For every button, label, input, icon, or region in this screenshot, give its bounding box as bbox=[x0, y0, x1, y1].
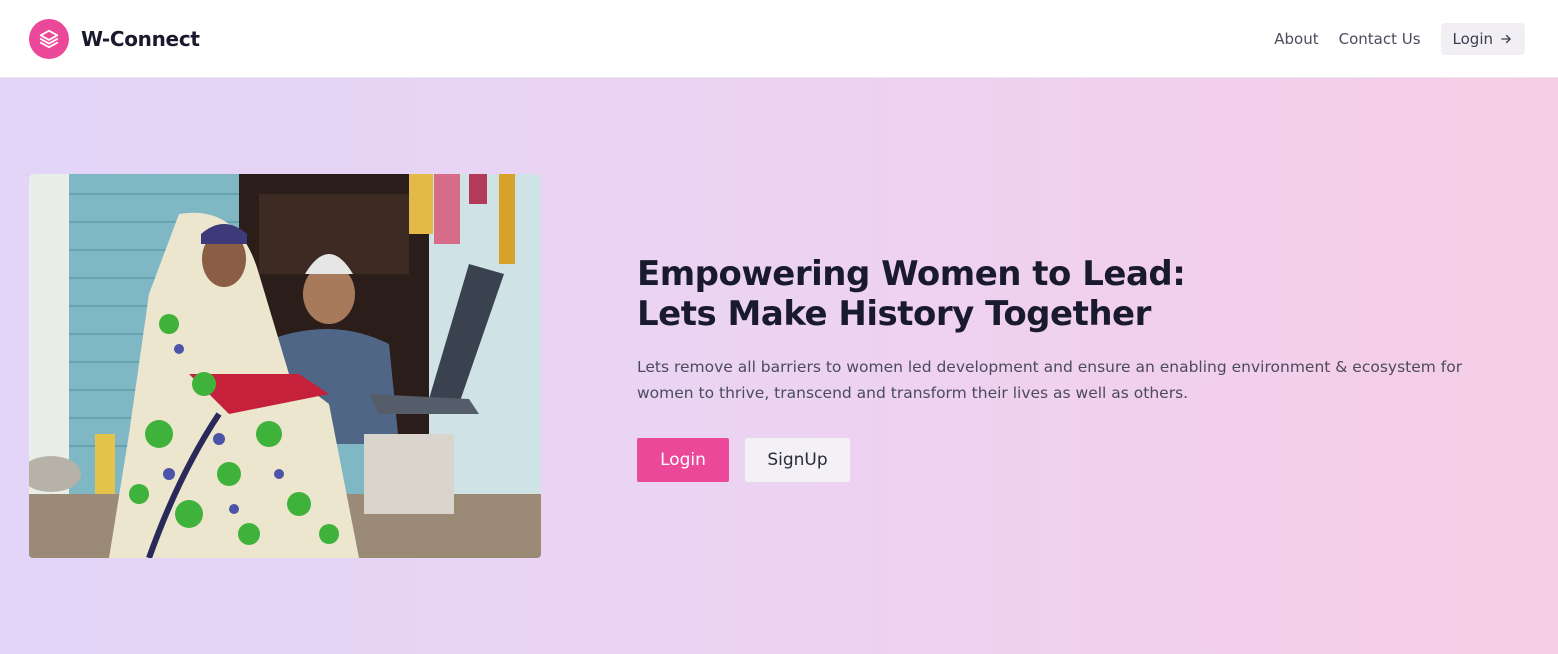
nav-link-about[interactable]: About bbox=[1274, 30, 1318, 48]
brand[interactable]: W-Connect bbox=[29, 18, 200, 59]
nav-login-button[interactable]: Login bbox=[1440, 22, 1525, 55]
hero-description: Lets remove all barriers to women led de… bbox=[637, 358, 1463, 402]
hero-text: Empowering Women to Lead: Lets Make Hist… bbox=[637, 254, 1517, 482]
hero-headline: Empowering Women to Lead: Lets Make Hist… bbox=[637, 254, 1517, 334]
hero-headline-line1: Empowering Women to Lead: bbox=[637, 254, 1186, 294]
signup-button[interactable]: SignUp bbox=[745, 438, 850, 482]
hero-photo bbox=[29, 174, 541, 558]
brand-name: W-Connect bbox=[81, 26, 200, 51]
arrow-right-icon bbox=[1501, 34, 1511, 43]
nav-login-label: Login bbox=[1452, 29, 1493, 48]
hero-headline-line2: Lets Make History Together bbox=[637, 294, 1151, 334]
top-navbar: W-Connect About Contact Us Login bbox=[0, 0, 1558, 78]
main-nav: About Contact Us Login bbox=[1274, 22, 1525, 55]
stacked-layers-icon bbox=[29, 18, 69, 59]
nav-link-contact[interactable]: Contact Us bbox=[1339, 30, 1421, 48]
login-button[interactable]: Login bbox=[637, 438, 729, 482]
hero-section: Empowering Women to Lead: Lets Make Hist… bbox=[0, 78, 1558, 654]
hero-actions: Login SignUp bbox=[637, 438, 1517, 482]
